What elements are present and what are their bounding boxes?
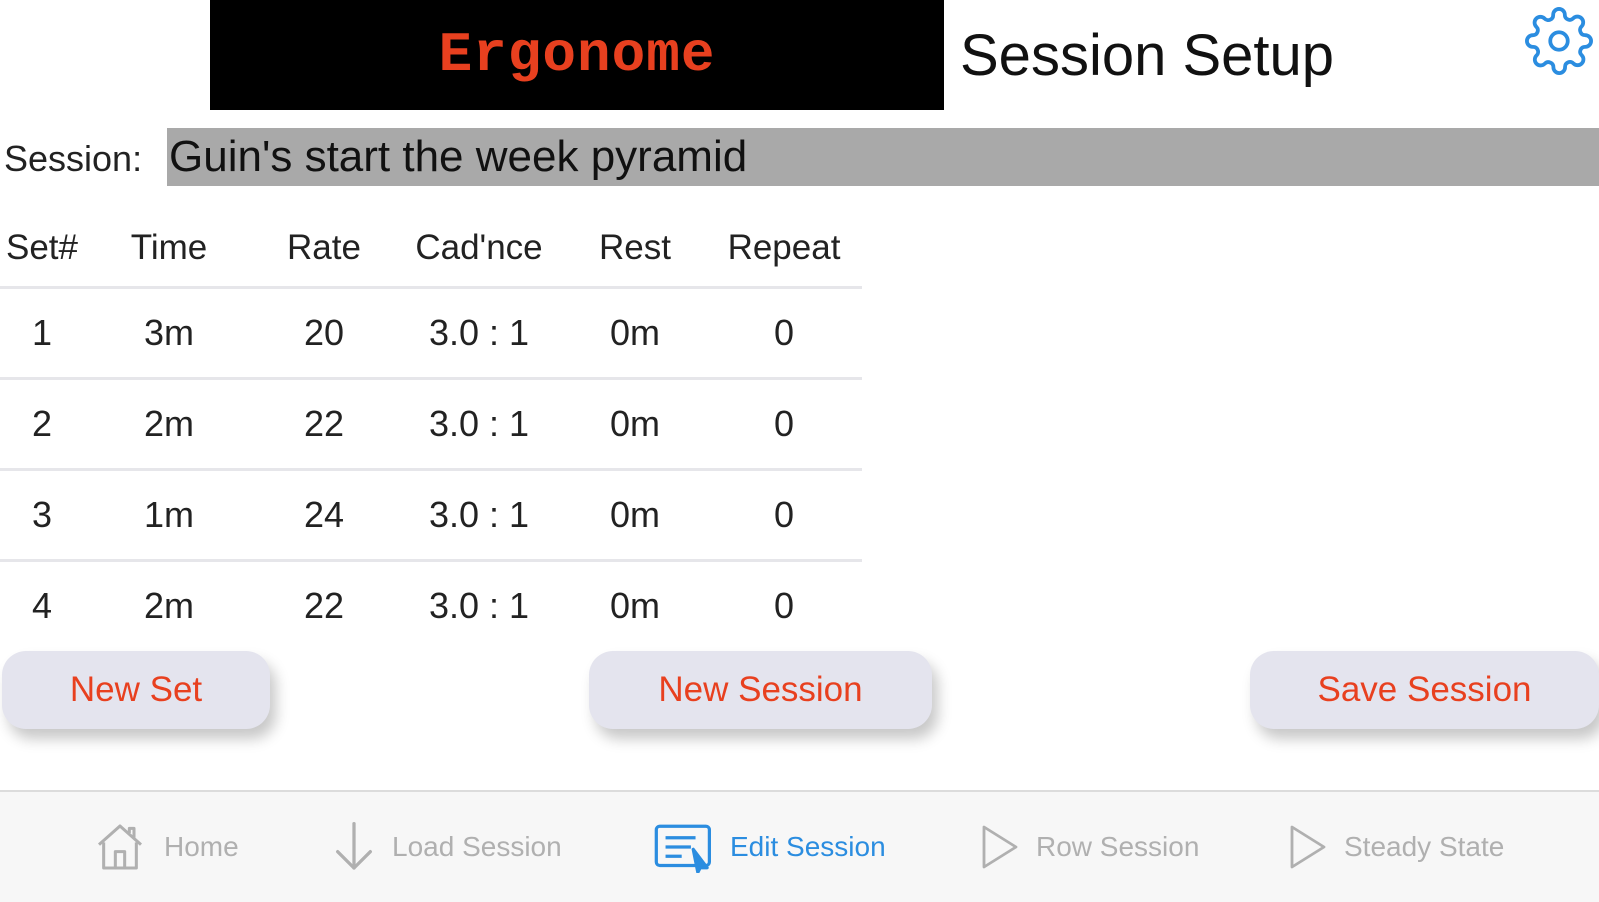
cell-repeat: 0 xyxy=(773,585,795,626)
edit-document-icon xyxy=(654,824,711,873)
cell-cadence: 3.0 : 1 xyxy=(428,312,530,353)
col-header-rest: Rest xyxy=(599,228,671,267)
col-header-repeat: Repeat xyxy=(727,228,841,267)
cell-rest: 0m xyxy=(609,494,660,535)
table-row[interactable]: 3 1m 24 3.0 : 1 0m 0 xyxy=(0,468,862,559)
cell-time: 2m xyxy=(143,403,194,444)
cell-repeat: 0 xyxy=(773,403,795,444)
cell-time: 3m xyxy=(143,312,194,353)
tab-load-session-label: Load Session xyxy=(392,831,562,862)
home-icon xyxy=(97,824,143,870)
cell-repeat: 0 xyxy=(773,312,795,353)
table-header: Set# Time Rate Cad'nce Rest Repeat xyxy=(0,210,862,286)
gear-icon xyxy=(1525,7,1593,75)
col-header-rate: Rate xyxy=(287,228,361,267)
settings-button[interactable] xyxy=(1524,6,1594,76)
new-session-button[interactable]: New Session xyxy=(589,651,932,729)
app-logo: Ergonome xyxy=(210,0,944,110)
cell-rest: 0m xyxy=(609,585,660,626)
table-rows-scroll[interactable]: 1 3m 20 3.0 : 1 0m 0 2 2m 22 3.0 : 1 0m … xyxy=(0,286,862,662)
tab-home[interactable]: Home xyxy=(92,792,239,902)
down-arrow-icon xyxy=(336,822,372,870)
app-name: Ergonome xyxy=(438,23,716,87)
new-set-button[interactable]: New Set xyxy=(2,651,270,729)
col-header-cadence: Cad'nce xyxy=(415,228,543,267)
sets-table: Set# Time Rate Cad'nce Rest Repeat 1 3m … xyxy=(0,210,862,662)
tab-edit-session-label: Edit Session xyxy=(730,831,886,862)
session-name-field[interactable] xyxy=(167,128,1599,186)
tab-steady-state-label: Steady State xyxy=(1344,831,1505,862)
tab-steady-state[interactable]: Steady State xyxy=(1288,792,1504,902)
tab-load-session[interactable]: Load Session xyxy=(332,792,562,902)
tab-bar: Home Load Session Edit Session Row Sessi… xyxy=(0,790,1599,902)
table-row[interactable]: 2 2m 22 3.0 : 1 0m 0 xyxy=(0,377,862,468)
cell-time: 2m xyxy=(143,585,194,626)
page-title: Session Setup xyxy=(960,23,1335,88)
play-icon xyxy=(1290,825,1326,869)
cell-set: 1 xyxy=(31,312,53,353)
cell-time: 1m xyxy=(143,494,194,535)
table-row[interactable]: 1 3m 20 3.0 : 1 0m 0 xyxy=(0,286,862,377)
save-session-button[interactable]: Save Session xyxy=(1250,651,1599,729)
cell-cadence: 3.0 : 1 xyxy=(428,403,530,444)
col-header-time: Time xyxy=(130,228,208,267)
cell-rate: 22 xyxy=(303,585,345,626)
cell-rate: 22 xyxy=(303,403,345,444)
tab-home-label: Home xyxy=(164,831,239,862)
cell-rate: 24 xyxy=(303,494,345,535)
col-header-set: Set# xyxy=(6,228,78,267)
play-icon xyxy=(982,825,1018,869)
cell-rate: 20 xyxy=(303,312,345,353)
table-row[interactable]: 4 2m 22 3.0 : 1 0m 0 xyxy=(0,559,862,650)
cell-cadence: 3.0 : 1 xyxy=(428,585,530,626)
cell-repeat: 0 xyxy=(773,494,795,535)
tab-row-session[interactable]: Row Session xyxy=(980,792,1199,902)
tab-row-session-label: Row Session xyxy=(1036,831,1200,862)
cell-cadence: 3.0 : 1 xyxy=(428,494,530,535)
session-label: Session: xyxy=(4,138,143,179)
cell-set: 2 xyxy=(31,403,53,444)
cell-set: 4 xyxy=(31,585,53,626)
cell-rest: 0m xyxy=(609,403,660,444)
cell-rest: 0m xyxy=(609,312,660,353)
tab-edit-session[interactable]: Edit Session xyxy=(654,792,886,902)
cell-set: 3 xyxy=(31,494,53,535)
